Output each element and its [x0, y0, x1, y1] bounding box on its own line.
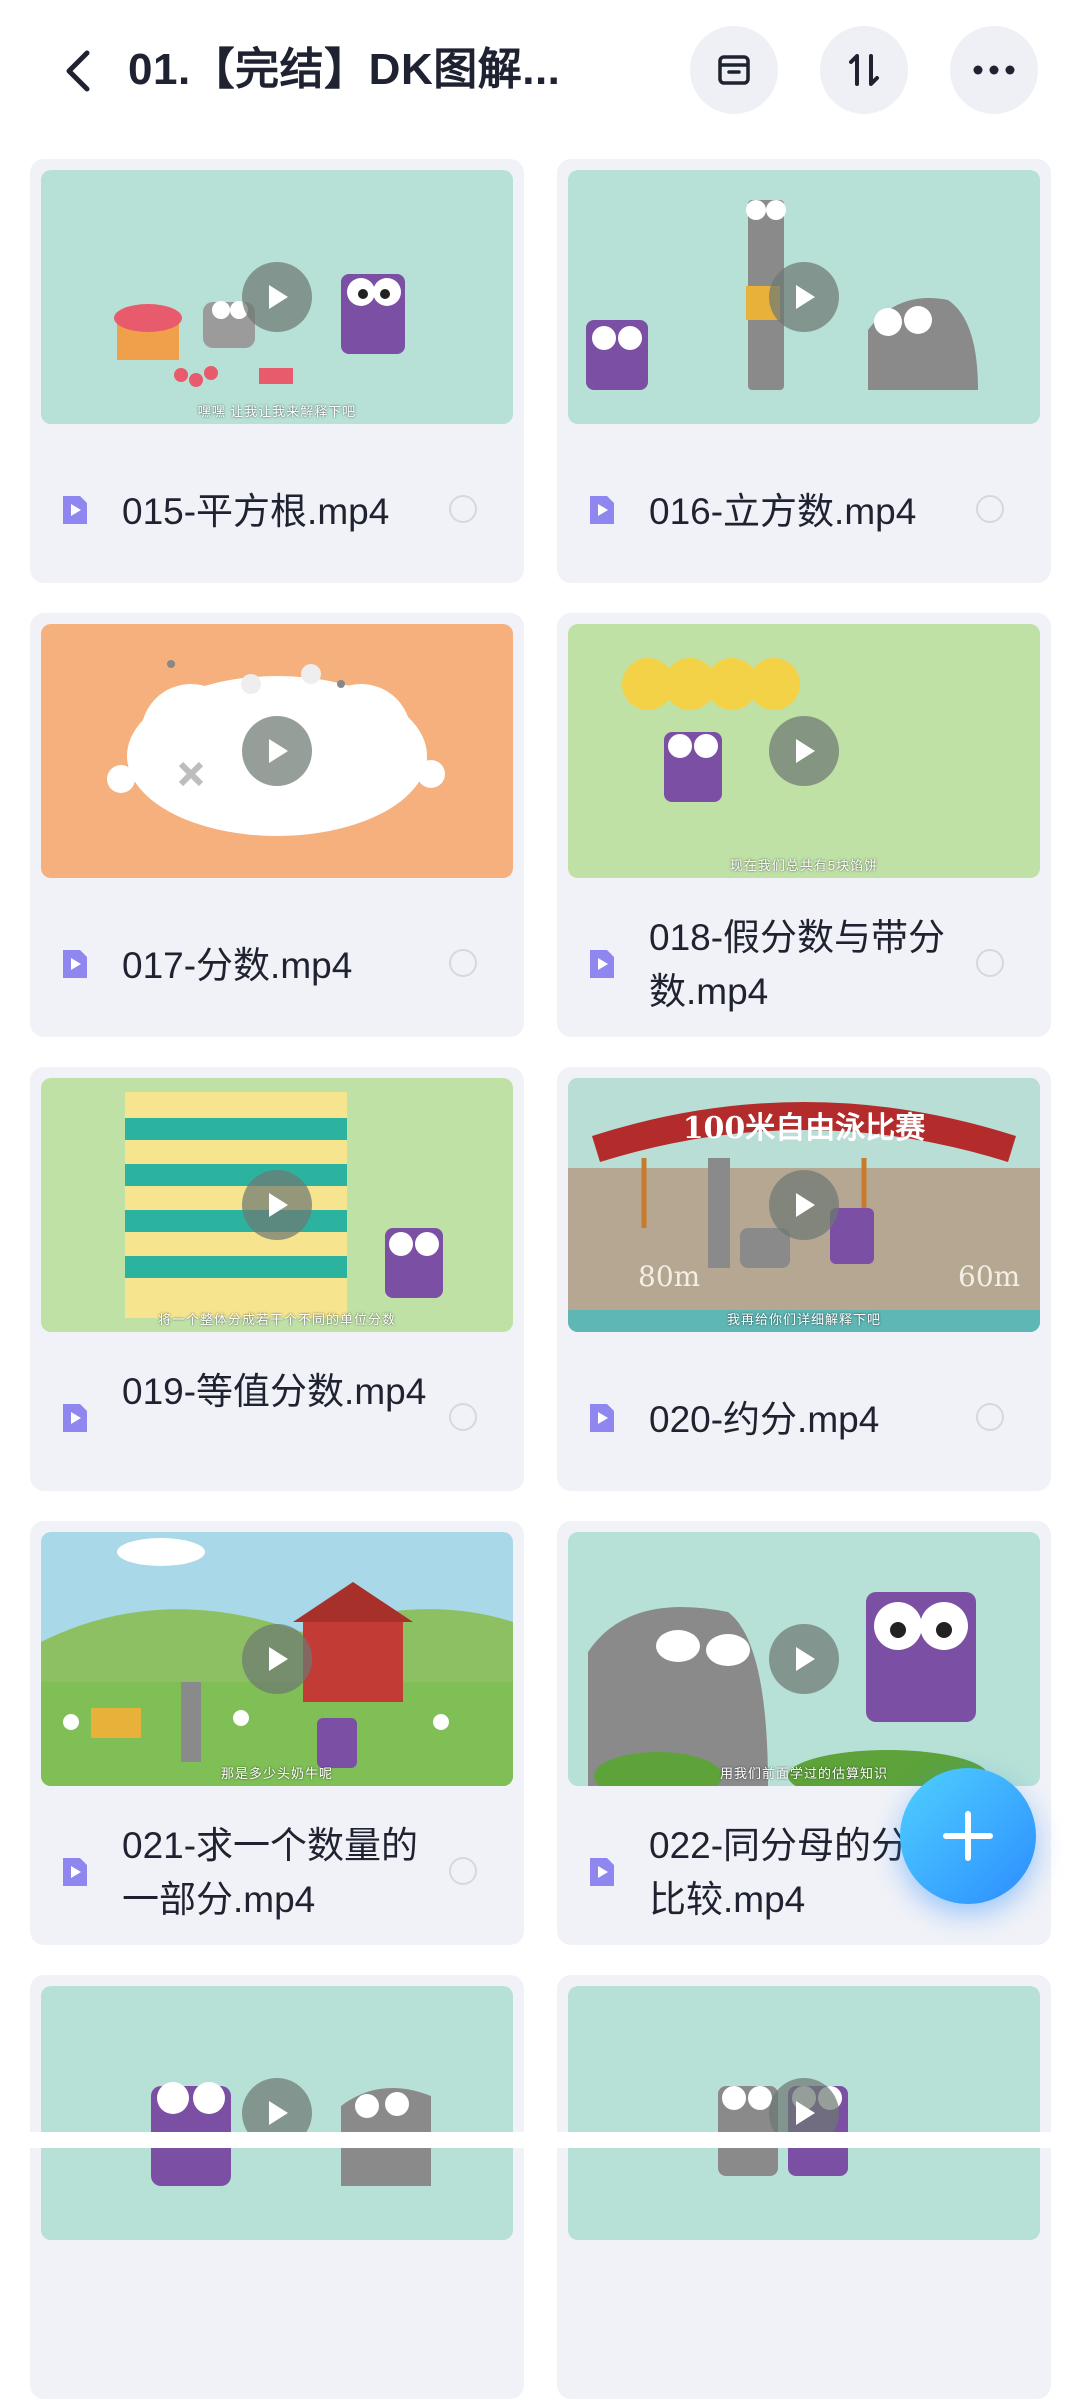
video-file-icon — [590, 1404, 614, 1432]
video-thumbnail[interactable] — [568, 170, 1040, 424]
video-file-icon — [63, 496, 87, 524]
play-icon[interactable] — [769, 716, 839, 786]
video-file-icon — [590, 496, 614, 524]
banner-text: 100米自由泳比赛 — [683, 1111, 927, 1146]
video-subtitle: 现在我们总共有5块馅饼 — [729, 858, 879, 873]
bottom-bar — [0, 2132, 1080, 2148]
more-button[interactable] — [950, 26, 1038, 114]
video-file-icon — [63, 1404, 87, 1432]
video-thumbnail[interactable]: 将一个整体分成若干个不同的单位分数 — [41, 1078, 513, 1332]
archive-icon — [718, 55, 750, 85]
add-button[interactable] — [900, 1768, 1036, 1904]
file-card[interactable]: 016-立方数.mp4 — [557, 159, 1051, 583]
play-icon[interactable] — [769, 1170, 839, 1240]
video-subtitle: 我再给你们详细解释下吧 — [726, 1312, 881, 1327]
video-thumbnail[interactable] — [568, 1986, 1040, 2240]
sort-icon — [849, 54, 879, 86]
video-subtitle: 那是多少头奶牛呢 — [220, 1766, 333, 1781]
file-name: 018-假分数与带分数.mp4 — [649, 917, 946, 1012]
file-card[interactable]: 100米自由泳比赛 80m 60m 我再给你们详细解释下吧 020-约分.mp4 — [557, 1067, 1051, 1491]
file-card[interactable]: 那是多少头奶牛呢 021-求一个数量的一部分.mp4 — [30, 1521, 524, 1945]
select-checkbox[interactable] — [976, 949, 1004, 977]
file-card[interactable] — [557, 1975, 1051, 2399]
chevron-left-icon — [66, 50, 90, 92]
play-icon[interactable] — [769, 1624, 839, 1694]
file-card[interactable]: 现在我们总共有5块馅饼 018-假分数与带分数.mp4 — [557, 613, 1051, 1037]
select-checkbox[interactable] — [449, 1403, 477, 1431]
file-card[interactable] — [30, 1975, 524, 2399]
video-thumbnail[interactable]: 现在我们总共有5块馅饼 — [568, 624, 1040, 878]
select-checkbox[interactable] — [449, 1857, 477, 1885]
video-file-icon — [63, 950, 87, 978]
video-file-icon — [590, 1858, 614, 1886]
play-icon[interactable] — [242, 262, 312, 332]
select-checkbox[interactable] — [976, 1403, 1004, 1431]
file-card[interactable]: 017-分数.mp4 — [30, 613, 524, 1037]
file-card[interactable]: 嘿嘿 让我让我来解释下吧 015-平方根.mp4 — [30, 159, 524, 583]
play-icon[interactable] — [242, 1170, 312, 1240]
plus-icon — [943, 1811, 993, 1861]
play-icon[interactable] — [242, 716, 312, 786]
file-name: 019-等值分数.mp4 — [122, 1371, 427, 1412]
video-file-icon — [590, 950, 614, 978]
distance-label: 60m — [958, 1260, 1020, 1293]
video-thumbnail[interactable] — [41, 1986, 513, 2240]
video-subtitle: 嘿嘿 让我让我来解释下吧 — [197, 404, 357, 419]
video-subtitle: 将一个整体分成若干个不同的单位分数 — [157, 1312, 396, 1327]
video-thumbnail[interactable] — [41, 624, 513, 878]
archive-button[interactable] — [690, 26, 778, 114]
top-bar: 01.【完结】DK图解... — [0, 0, 1080, 150]
file-name: 021-求一个数量的一部分.mp4 — [122, 1825, 419, 1920]
play-icon[interactable] — [242, 1624, 312, 1694]
play-icon[interactable] — [769, 262, 839, 332]
video-thumbnail[interactable]: 嘿嘿 让我让我来解释下吧 — [41, 170, 513, 424]
file-card[interactable]: 将一个整体分成若干个不同的单位分数 019-等值分数.mp4 — [30, 1067, 524, 1491]
file-name: 015-平方根.mp4 — [122, 491, 390, 532]
select-checkbox[interactable] — [449, 949, 477, 977]
sort-button[interactable] — [820, 26, 908, 114]
more-icon — [973, 65, 1015, 75]
back-button[interactable] — [48, 36, 108, 106]
file-name: 020-约分.mp4 — [649, 1399, 880, 1440]
file-name: 016-立方数.mp4 — [649, 491, 917, 532]
video-file-icon — [63, 1858, 87, 1886]
select-checkbox[interactable] — [976, 495, 1004, 523]
file-name: 017-分数.mp4 — [122, 945, 353, 986]
video-thumbnail[interactable]: 100米自由泳比赛 80m 60m 我再给你们详细解释下吧 — [568, 1078, 1040, 1332]
video-thumbnail[interactable]: 那是多少头奶牛呢 — [41, 1532, 513, 1786]
page-title: 01.【完结】DK图解... — [128, 45, 561, 94]
distance-label: 80m — [638, 1260, 700, 1293]
select-checkbox[interactable] — [449, 495, 477, 523]
video-thumbnail[interactable]: 用我们前面学过的估算知识 — [568, 1532, 1040, 1786]
